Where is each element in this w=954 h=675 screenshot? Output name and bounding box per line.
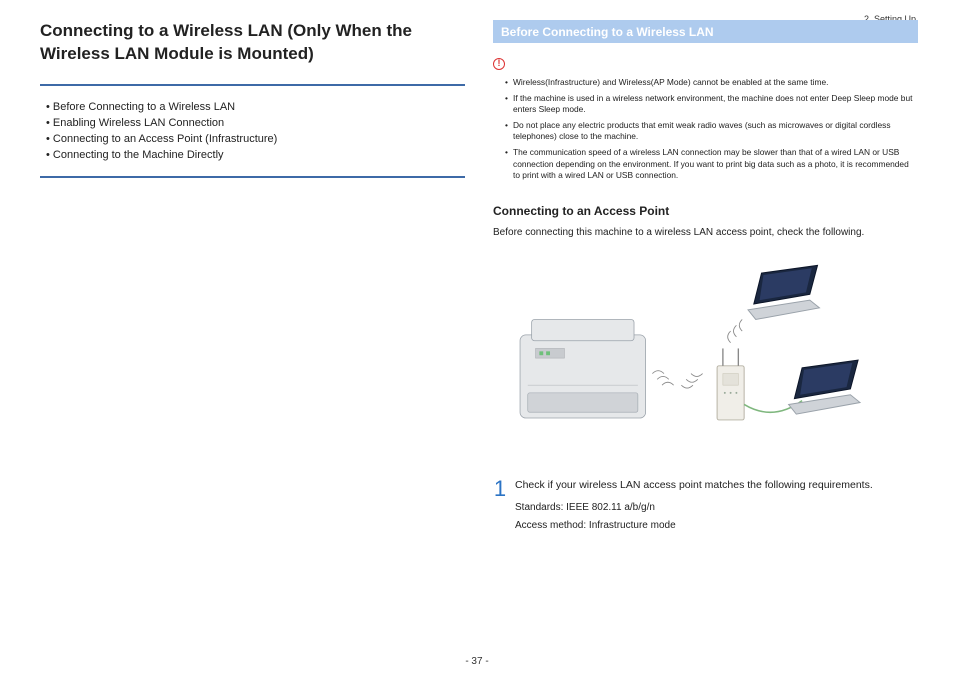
access-point-icon [717,348,744,419]
alert-row: ! [493,53,918,71]
two-column-layout: Connecting to a Wireless LAN (Only When … [40,20,918,610]
right-column: Before Connecting to a Wireless LAN ! Wi… [493,20,918,610]
wireless-waves-printer-icon [652,370,702,387]
section-heading: Before Connecting to a Wireless LAN [493,20,918,43]
step-1: 1 Check if your wireless LAN access poin… [493,478,918,534]
laptop-right-icon [789,360,860,414]
note-item: Wireless(Infrastructure) and Wireless(AP… [505,77,918,89]
toc-list: Before Connecting to a Wireless LAN Enab… [46,100,465,164]
wireless-waves-laptop-icon [728,319,742,342]
note-item: If the machine is used in a wireless net… [505,93,918,116]
toc-item[interactable]: Connecting to an Access Point (Infrastru… [46,132,465,148]
note-item: The communication speed of a wireless LA… [505,147,918,182]
toc-item[interactable]: Enabling Wireless LAN Connection [46,116,465,132]
page-number: - 37 - [0,656,954,667]
page-title: Connecting to a Wireless LAN (Only When … [40,20,465,66]
laptop-top-icon [748,265,819,319]
toc-item[interactable]: Connecting to the Machine Directly [46,148,465,164]
toc-rule [40,176,465,178]
printer-icon [520,319,646,418]
step-text: Check if your wireless LAN access point … [515,478,873,494]
warning-icon: ! [493,58,505,70]
note-item: Do not place any electric products that … [505,120,918,143]
left-column: Connecting to a Wireless LAN (Only When … [40,20,465,610]
network-diagram [493,256,918,466]
sub-heading: Connecting to an Access Point [493,204,918,218]
toc-item[interactable]: Before Connecting to a Wireless LAN [46,100,465,116]
step-number: 1 [493,478,507,534]
step-detail-standards: Standards: IEEE 802.11 a/b/g/n [515,500,873,516]
title-rule [40,84,465,86]
intro-text: Before connecting this machine to a wire… [493,226,918,240]
step-detail-access: Access method: Infrastructure mode [515,518,873,534]
warning-notes: Wireless(Infrastructure) and Wireless(AP… [505,77,918,182]
